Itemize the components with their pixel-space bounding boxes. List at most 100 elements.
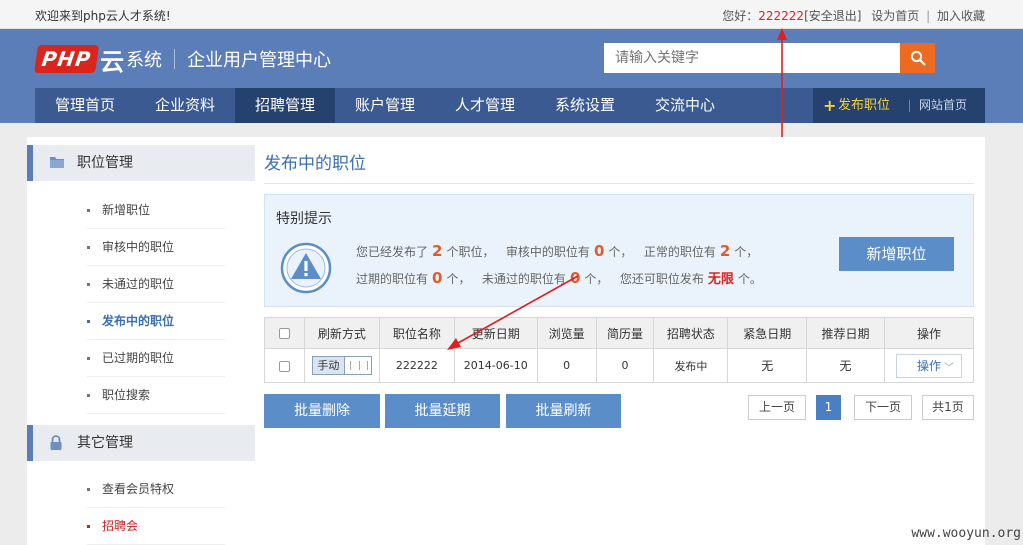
column-header: 招聘状态 [653,317,729,349]
nav-item-home[interactable]: 管理首页 [35,88,135,123]
logo-divider [174,49,176,69]
lock-icon [50,435,62,450]
bookmark-link[interactable]: 加入收藏 [937,9,985,23]
header: PHP 云 系统 企业用户管理中心 管理首页 企业资料 招聘管理 账户管理 人才… [0,29,1023,123]
warning-icon [280,242,332,294]
sidebar-item-job-search[interactable]: 职位搜索 [87,377,225,414]
bullet [87,209,90,212]
logout-link[interactable]: [安全退出] [804,9,861,23]
welcome-text: 欢迎来到php云人才系统! [35,9,171,23]
watermark: www.wooyun.org [911,526,1021,541]
logo-system: 系统 [126,50,163,71]
column-header: 推荐日期 [806,317,885,349]
operation-cell: 操作 ﹀ [883,348,975,383]
search-input[interactable] [604,43,900,73]
sidebar-group-title: 职位管理 [77,155,133,171]
bulk-delete-button[interactable]: 批量删除 [264,394,380,428]
total-pages: 共1页 [922,395,974,420]
nav-item-account[interactable]: 账户管理 [335,88,435,123]
sidebar-group-job-management[interactable]: 职位管理 [27,145,255,181]
bulk-refresh-button[interactable]: 批量刷新 [506,394,621,428]
notice-text: 个， [608,245,633,259]
notice-line-1: 您已经发布了 2 个职位， 审核中的职位有 0 个， 正常的职位有 2 个， [356,242,758,260]
column-header: 刷新方式 [303,317,380,349]
sidebar-item-label: 未通过的职位 [102,277,175,291]
sidebar-item-label: 审核中的职位 [102,240,175,254]
search-box [604,43,935,73]
table-header-row: 刷新方式 职位名称 更新日期 浏览量 简历量 招聘状态 紧急日期 推荐日期 操作 [264,317,975,349]
published-count: 2 [432,242,443,260]
sidebar-item-job-fair[interactable]: 招聘会 [87,508,225,545]
row-checkbox[interactable] [278,360,290,372]
expired-count: 0 [432,269,443,287]
remaining-count: 无限 [707,272,734,287]
add-job-button[interactable]: 新增职位 [839,237,954,271]
column-header: 简历量 [595,317,655,349]
toggle-label: 手动 [312,357,345,374]
notice-text: 个职位， [446,245,495,259]
select-all-cell [264,317,305,349]
rejected-count: 0 [569,269,581,287]
notice-text: 正常的职位有 [643,245,716,259]
nav-item-community[interactable]: 交流中心 [635,88,735,123]
bulk-extend-button[interactable]: 批量延期 [385,394,500,428]
bullet [87,357,90,360]
sidebar-item-label: 招聘会 [102,519,139,533]
select-all-checkbox[interactable] [278,328,290,339]
reviewing-count: 0 [593,242,605,260]
operation-dropdown[interactable]: 操作 ﹀ [895,353,962,378]
recommend-date-cell: 无 [806,348,885,383]
next-page-button[interactable]: 下一页 [854,395,912,420]
notice-text: 您还可职位发布 [619,272,704,286]
sidebar-group-title: 其它管理 [77,435,133,451]
column-header: 紧急日期 [727,317,808,349]
notice-text: 个。 [737,272,762,286]
logo-php: PHP [34,45,100,73]
sidebar-item-add-job[interactable]: 新增职位 [87,192,225,229]
bullet [87,488,90,491]
divider [909,100,910,112]
job-name-cell[interactable]: 222222 [378,348,455,383]
nav-item-recruitment[interactable]: 招聘管理 [235,88,335,123]
nav-item-company-info[interactable]: 企业资料 [135,88,235,123]
notice-text: 个， [734,245,759,259]
bullet [87,283,90,286]
logo-yun: 云 [100,47,125,76]
current-page[interactable]: 1 [816,395,841,420]
refresh-mode-toggle[interactable]: 手动 [311,356,372,375]
notice-text: 审核中的职位有 [505,245,590,259]
set-home-link[interactable]: 设为首页 [871,9,919,23]
sidebar-group-other-management[interactable]: 其它管理 [27,425,255,461]
column-header: 职位名称 [378,317,455,349]
logo[interactable]: PHP 云 系统 企业用户管理中心 [34,42,332,76]
notice-text: 个， [446,272,471,286]
page-title: 发布中的职位 [264,154,366,174]
sidebar-item-member-privileges[interactable]: 查看会员特权 [87,471,225,508]
top-strip: 欢迎来到php云人才系统! 您好：222222[安全退出] 设为首页 | 加入收… [0,0,1023,29]
column-header: 更新日期 [453,317,538,349]
notice-text: 过期的职位有 [356,272,429,286]
sidebar-item-label: 已过期的职位 [102,351,175,365]
publish-job-link[interactable]: 发布职位 [838,88,890,123]
plus-icon: + [823,96,837,115]
sidebar-item-reviewing[interactable]: 审核中的职位 [87,229,225,266]
status-cell: 发布中 [653,348,729,383]
sidebar-item-published[interactable]: 发布中的职位 [87,303,225,340]
username-link[interactable]: 222222 [758,9,804,23]
prev-page-button[interactable]: 上一页 [748,395,806,420]
column-header: 操作 [883,317,975,349]
greeting-text: 您好： [722,9,759,23]
row-select-cell [264,348,305,383]
table-row: 手动 222222 2014-06-10 0 0 发布中 无 无 操作 ﹀ [264,348,975,383]
toggle-grip [349,361,368,370]
sidebar-item-expired[interactable]: 已过期的职位 [87,340,225,377]
site-subtitle: 企业用户管理中心 [187,50,332,71]
site-home-link[interactable]: 网站首页 [919,88,967,123]
nav-item-talent[interactable]: 人才管理 [435,88,535,123]
sidebar-item-rejected[interactable]: 未通过的职位 [87,266,225,303]
nav-item-settings[interactable]: 系统设置 [535,88,635,123]
column-header: 浏览量 [536,317,597,349]
sidebar-item-label: 发布中的职位 [102,314,175,328]
search-button[interactable] [900,43,935,73]
normal-count: 2 [719,242,731,260]
